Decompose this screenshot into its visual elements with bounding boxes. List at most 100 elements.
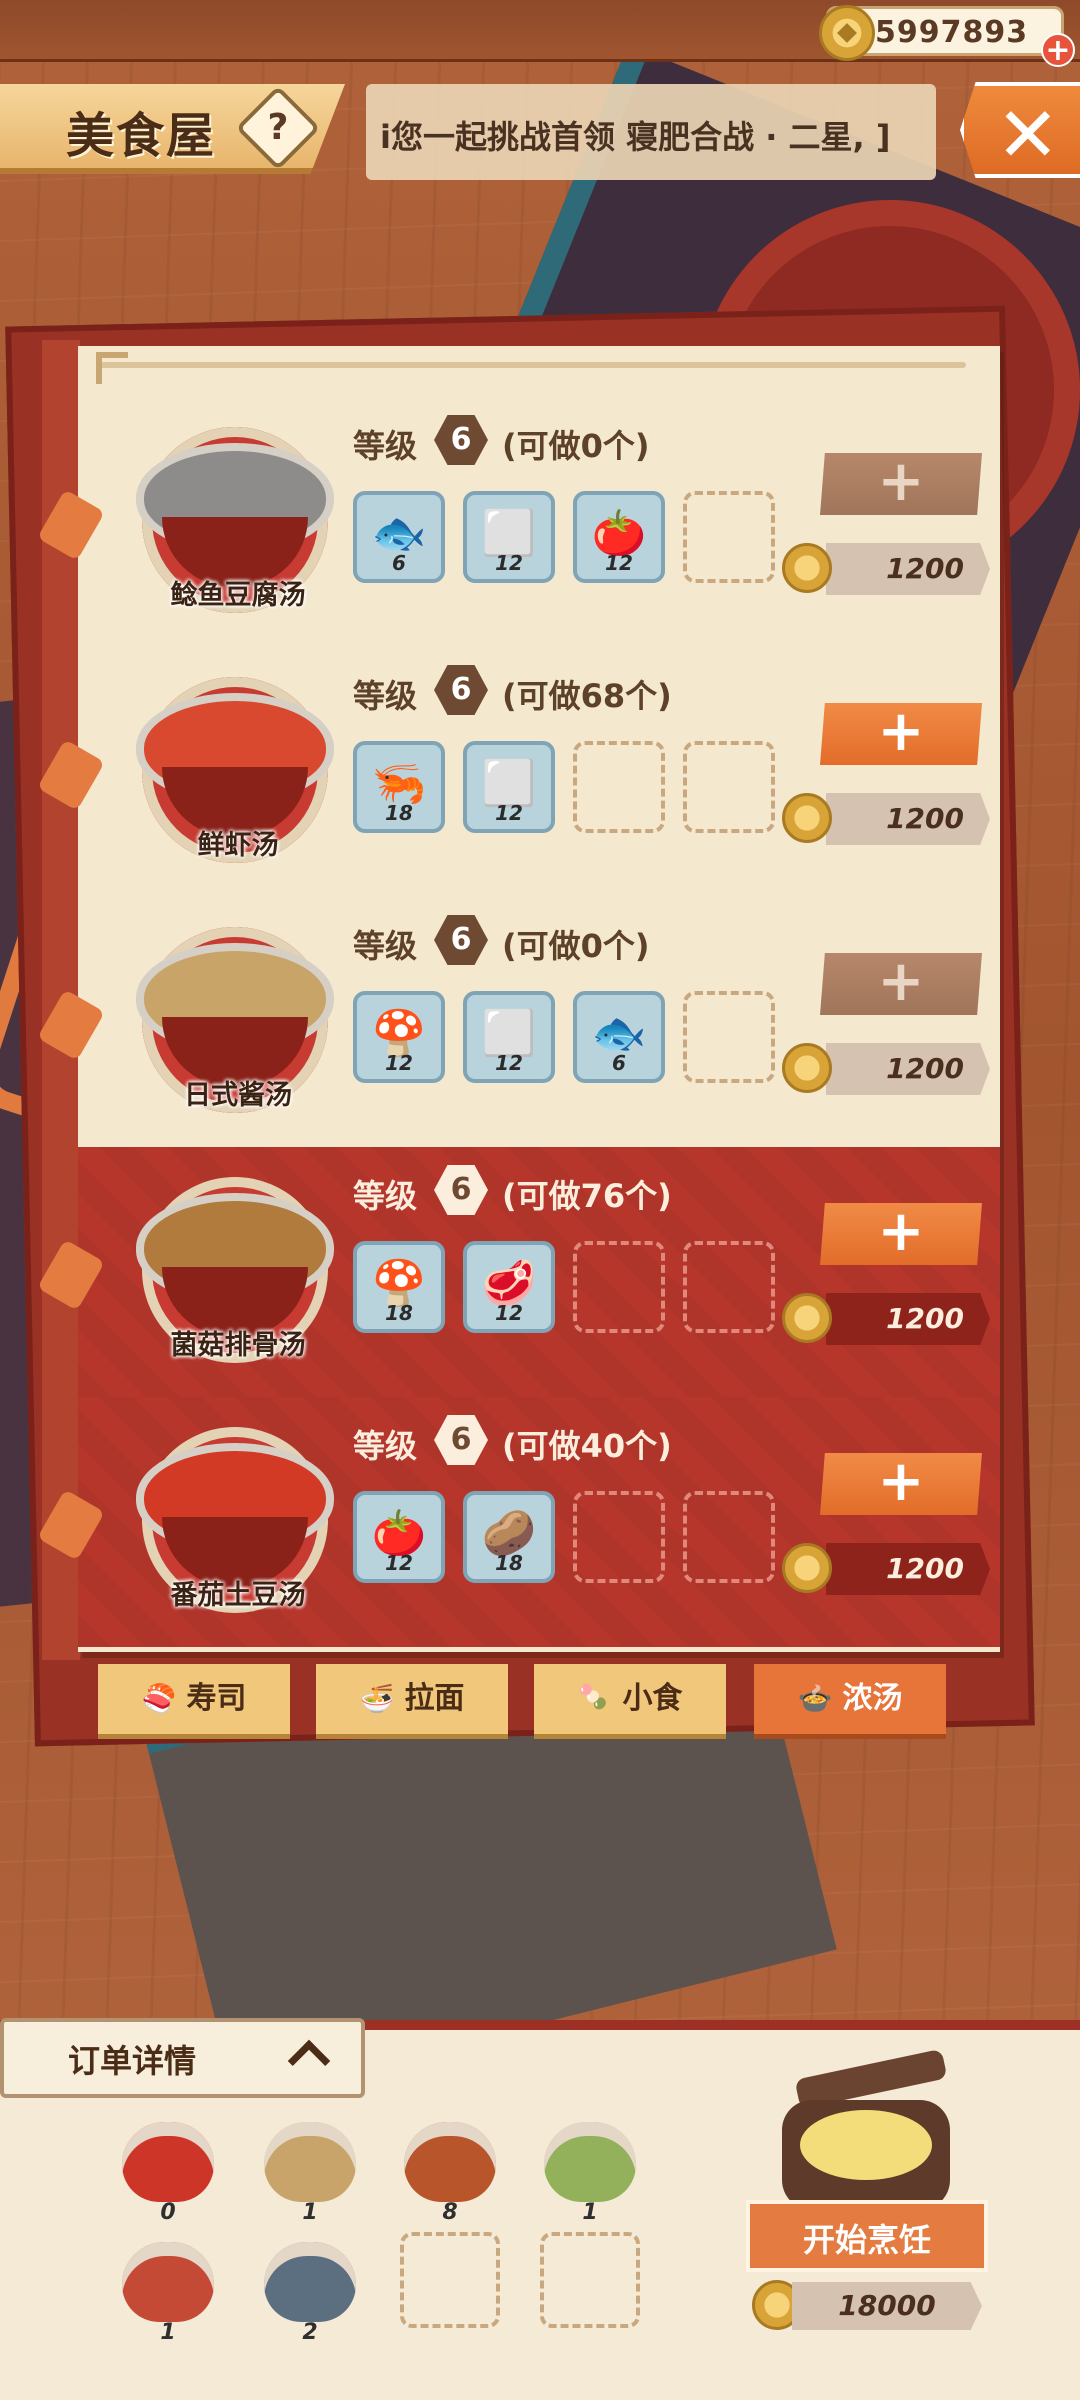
order-item[interactable]: 1 xyxy=(118,2232,218,2345)
level-badge: 6 xyxy=(434,1415,488,1465)
snack-icon: 🍡 xyxy=(577,1682,613,1715)
tab-label: 浓汤 xyxy=(842,1681,903,1716)
ingredient-slot[interactable]: ⬜ 12 xyxy=(463,491,555,583)
level-label: 等级 xyxy=(353,677,418,715)
ingredient-quantity: 12 xyxy=(495,1301,523,1325)
soup-icon: 🍲 xyxy=(797,1682,833,1715)
ingredient-quantity: 12 xyxy=(495,1051,523,1075)
dish-name: 鲶鱼豆腐汤 xyxy=(170,580,306,611)
empty-ingredient-slot xyxy=(573,1491,665,1583)
ingredient-slot[interactable]: 🍅 12 xyxy=(353,1491,445,1583)
dish-price: 1200 xyxy=(826,1543,990,1595)
tab-soup[interactable]: 🍲 浓汤 xyxy=(754,1664,946,1734)
add-dish-button[interactable]: + xyxy=(820,453,982,515)
ingredient-slot[interactable]: 🥔 18 xyxy=(463,1491,555,1583)
ingredient-slot[interactable]: 🍅 12 xyxy=(573,491,665,583)
coin-amount: 5997893 xyxy=(875,15,1029,50)
order-item-count: 2 xyxy=(302,2320,318,2345)
announcement-text: i您一起挑战首领 寝肥合战 · 二星, ] xyxy=(380,118,891,156)
cold-noodle-icon xyxy=(122,2242,214,2322)
can-make-count: (可做0个) xyxy=(502,427,650,465)
ingredient-slot[interactable]: 🦐 18 xyxy=(353,741,445,833)
salad-bowl-icon xyxy=(544,2122,636,2202)
ingredient-slot[interactable]: ⬜ 12 xyxy=(463,741,555,833)
recipe-row: 鲜虾汤 等级 6 (可做68个) 🦐 18 ⬜ 12 +1200 xyxy=(37,647,1000,897)
ramen-icon: 🍜 xyxy=(359,1682,395,1715)
add-dish-button[interactable]: + xyxy=(820,1453,982,1515)
can-make-count: (可做68个) xyxy=(502,677,672,715)
ingredient-quantity: 18 xyxy=(385,801,413,825)
tab-snack[interactable]: 🍡 小食 xyxy=(534,1664,726,1734)
ingredient-quantity: 12 xyxy=(495,551,523,575)
ingredient-quantity: 6 xyxy=(392,551,406,575)
recipe-row: 番茄土豆汤 等级 6 (可做40个) 🍅 12 🥔 18 +1200 xyxy=(37,1397,1000,1647)
ingredient-slot[interactable]: 🥩 12 xyxy=(463,1241,555,1333)
ingredient-slot[interactable]: ⬜ 12 xyxy=(463,991,555,1083)
question-icon: ? xyxy=(267,107,289,148)
ingredient-slot[interactable]: 🐟 6 xyxy=(353,491,445,583)
coin-icon xyxy=(782,793,832,843)
announcement-marquee: i您一起挑战首领 寝肥合战 · 二星, ] xyxy=(366,84,936,180)
dish-name: 鲜虾汤 xyxy=(197,830,279,861)
level-label: 等级 xyxy=(353,927,418,965)
start-cooking-button[interactable]: 开始烹饪 xyxy=(746,2200,988,2272)
order-item-count: 8 xyxy=(442,2200,458,2225)
empty-ingredient-slot xyxy=(683,491,775,583)
dish-price: 1200 xyxy=(826,1293,990,1345)
empty-ingredient-slot xyxy=(683,1491,775,1583)
dish-price: 1200 xyxy=(826,793,990,845)
dish-name: 菌菇排骨汤 xyxy=(170,1330,306,1361)
can-make-count: (可做40个) xyxy=(502,1427,672,1465)
add-dish-button[interactable]: + xyxy=(820,953,982,1015)
coin-icon xyxy=(782,543,832,593)
ingredient-quantity: 12 xyxy=(495,801,523,825)
dish-name: 日式酱汤 xyxy=(184,1080,292,1111)
coin-icon xyxy=(819,5,875,61)
order-item[interactable]: 0 xyxy=(118,2112,218,2225)
empty-order-slot xyxy=(540,2232,640,2328)
dish-name: 番茄土豆汤 xyxy=(170,1580,306,1611)
order-item[interactable]: 2 xyxy=(260,2232,360,2345)
ingredient-slot[interactable]: 🍄 12 xyxy=(353,991,445,1083)
order-item[interactable]: 8 xyxy=(400,2112,500,2225)
tab-ramen[interactable]: 🍜 拉面 xyxy=(316,1664,508,1734)
coin-icon xyxy=(782,1043,832,1093)
recipe-row: 日式酱汤 等级 6 (可做0个) 🍄 12 ⬜ 12 🐟 6 +1200 xyxy=(37,897,1000,1147)
close-icon: ✕ xyxy=(996,90,1060,179)
empty-ingredient-slot xyxy=(573,741,665,833)
level-label: 等级 xyxy=(353,427,418,465)
tab-label: 拉面 xyxy=(404,1681,465,1716)
dish-price: 1200 xyxy=(826,1043,990,1095)
cooking-pot-icon xyxy=(782,2100,950,2210)
level-label: 等级 xyxy=(353,1177,418,1215)
paper-rule xyxy=(98,362,966,368)
order-item-count: 0 xyxy=(160,2200,176,2225)
dish-price: 1200 xyxy=(826,543,990,595)
tab-sushi[interactable]: 🍣 寿司 xyxy=(98,1664,290,1734)
empty-order-slot xyxy=(400,2232,500,2328)
order-item[interactable]: 1 xyxy=(540,2112,640,2225)
close-button[interactable]: ✕ xyxy=(960,82,1080,178)
page-title: 美食屋 xyxy=(66,108,217,164)
ingredient-slot[interactable]: 🍄 18 xyxy=(353,1241,445,1333)
add-dish-button[interactable]: + xyxy=(820,1203,982,1265)
coin-counter: 5997893 + xyxy=(819,5,1075,67)
order-item[interactable]: 1 xyxy=(260,2112,360,2225)
seafood-soup-icon xyxy=(404,2122,496,2202)
coin-icon xyxy=(782,1543,832,1593)
ingredient-quantity: 6 xyxy=(612,1051,626,1075)
eel-rice-icon xyxy=(264,2242,356,2322)
ingredient-quantity: 12 xyxy=(605,551,633,575)
ingredient-quantity: 12 xyxy=(385,1051,413,1075)
level-badge: 6 xyxy=(434,915,488,965)
add-coins-button[interactable]: + xyxy=(1041,33,1075,67)
recipe-row: 菌菇排骨汤 等级 6 (可做76个) 🍄 18 🥩 12 +1200 xyxy=(37,1147,1000,1397)
coin-icon xyxy=(782,1293,832,1343)
tab-label: 寿司 xyxy=(186,1681,247,1716)
ingredient-slot[interactable]: 🐟 6 xyxy=(573,991,665,1083)
add-dish-button[interactable]: + xyxy=(820,703,982,765)
order-item-count: 1 xyxy=(582,2200,598,2225)
cooking-cost: 18000 xyxy=(792,2282,982,2330)
ingredient-quantity: 12 xyxy=(385,1551,413,1575)
recipe-row: 鲶鱼豆腐汤 等级 6 (可做0个) 🐟 6 ⬜ 12 🍅 12 +1200 xyxy=(37,397,1000,647)
